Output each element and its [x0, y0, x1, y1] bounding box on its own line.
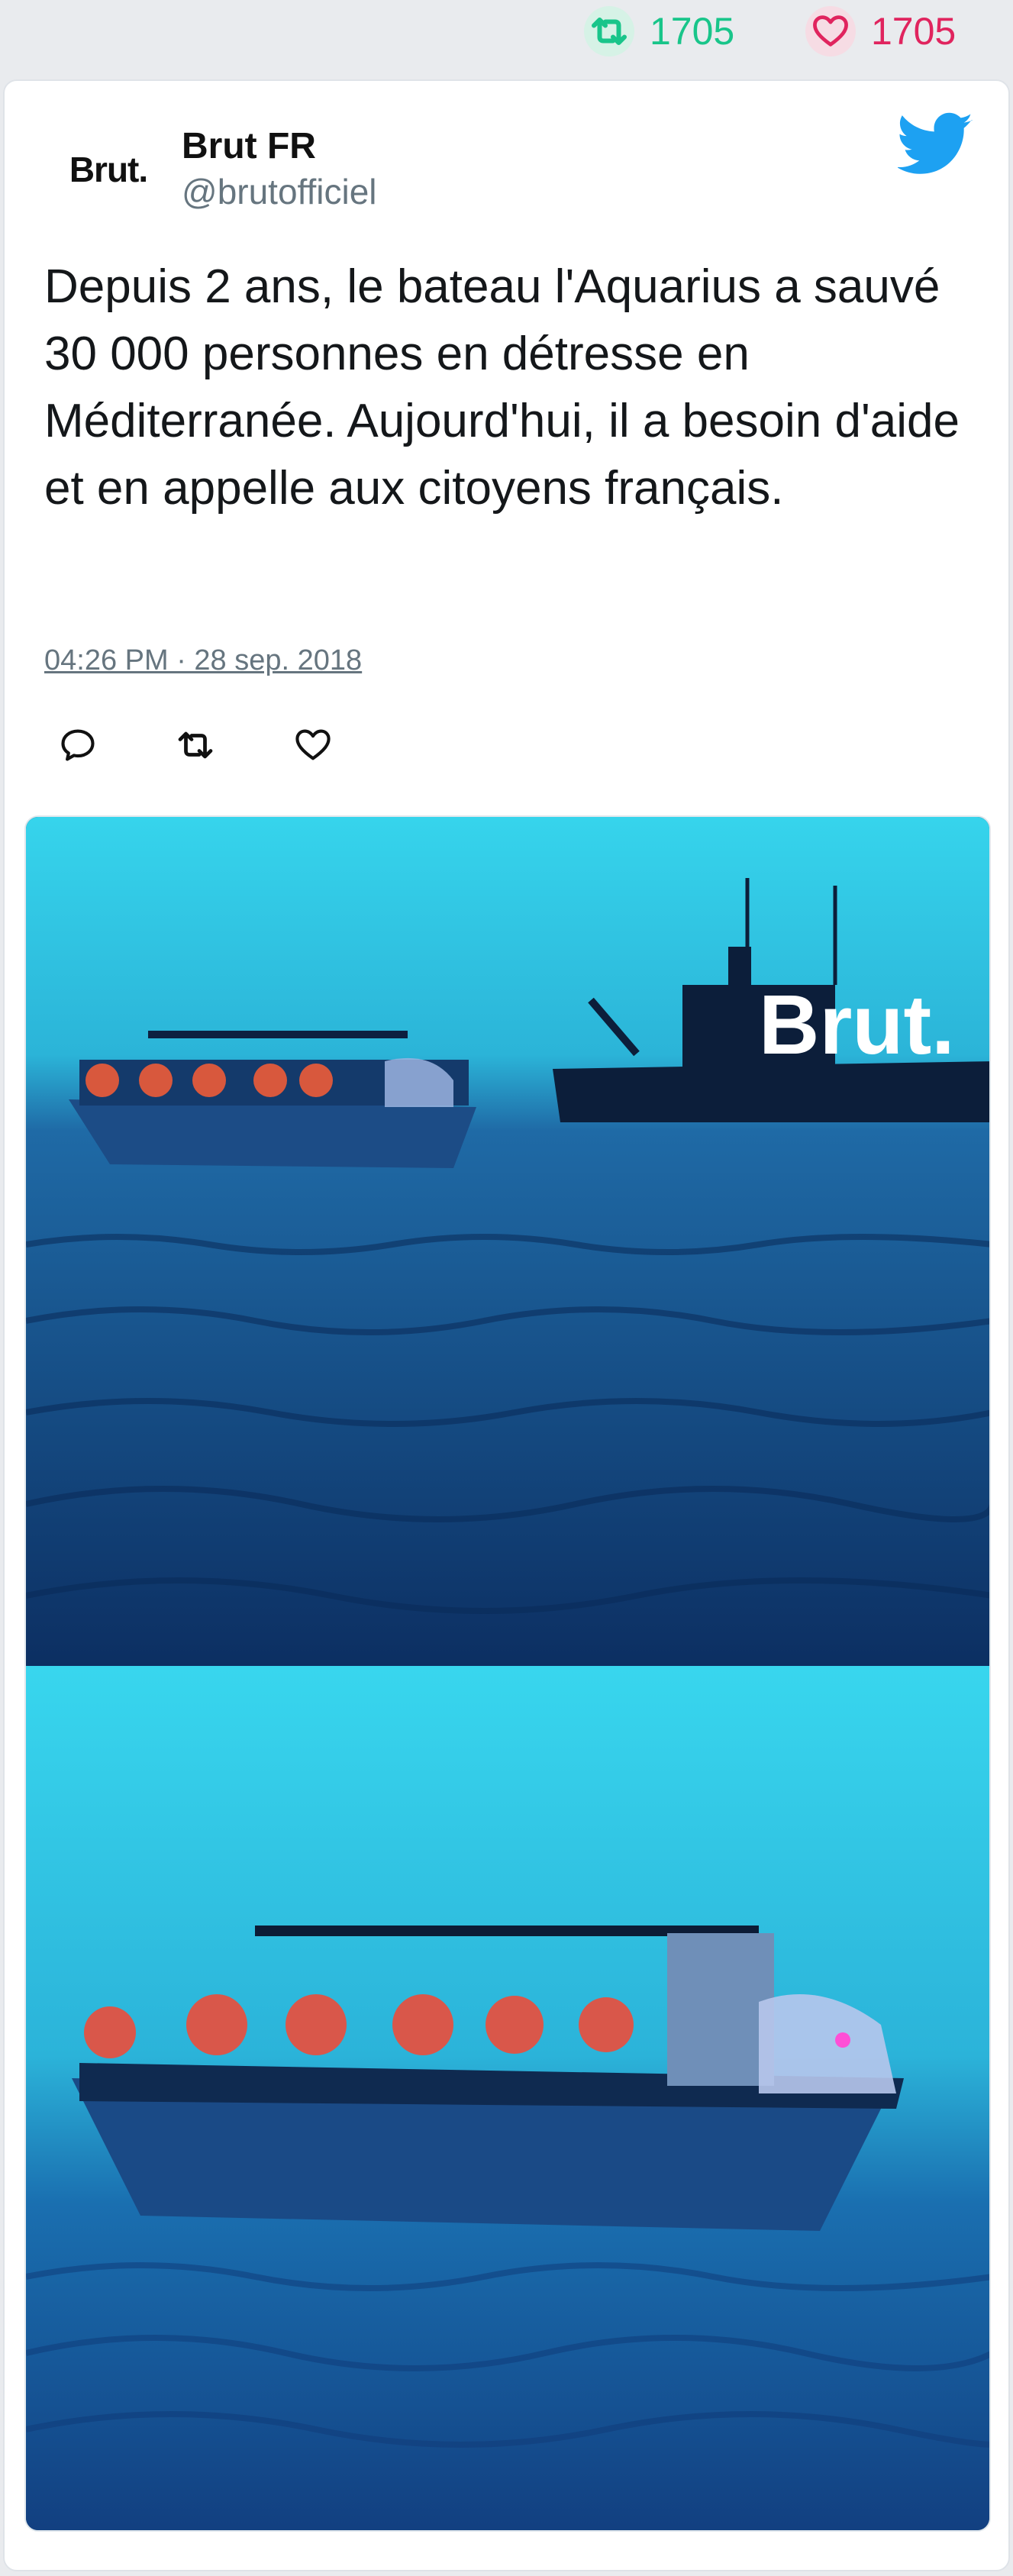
heart-icon	[805, 6, 856, 56]
retweet-action-icon[interactable]	[173, 722, 218, 768]
media-watermark: Brut.	[759, 978, 955, 1072]
video-frame-2	[26, 1666, 989, 2530]
retweet-stat[interactable]: 1705	[584, 6, 734, 56]
tweet-timestamp[interactable]: 04:26 PM · 28 sep. 2018	[44, 644, 362, 677]
display-name[interactable]: Brut FR	[182, 125, 316, 167]
tweet-text: Depuis 2 ans, le bateau l'Aquarius a sau…	[44, 260, 960, 515]
like-action-icon[interactable]	[290, 722, 336, 768]
tweet-actions	[55, 722, 408, 768]
user-handle[interactable]: @brutofficiel	[182, 171, 377, 212]
avatar[interactable]: Brut.	[44, 121, 173, 218]
tweet-card: Brut. Brut FR @brutofficiel Depuis 2 ans…	[3, 79, 1010, 2571]
video-frame-1: Brut.	[26, 817, 989, 1666]
engagement-stats-bar: 1705 1705	[0, 0, 1013, 69]
retweet-icon	[584, 6, 634, 56]
like-count: 1705	[871, 10, 957, 53]
avatar-logo-text: Brut.	[69, 150, 148, 189]
retweet-count: 1705	[650, 10, 735, 53]
twitter-bird-icon[interactable]	[896, 111, 974, 177]
like-stat[interactable]: 1705	[805, 6, 956, 56]
tweet-media[interactable]: Brut.	[24, 815, 991, 2532]
reply-icon[interactable]	[55, 722, 101, 768]
